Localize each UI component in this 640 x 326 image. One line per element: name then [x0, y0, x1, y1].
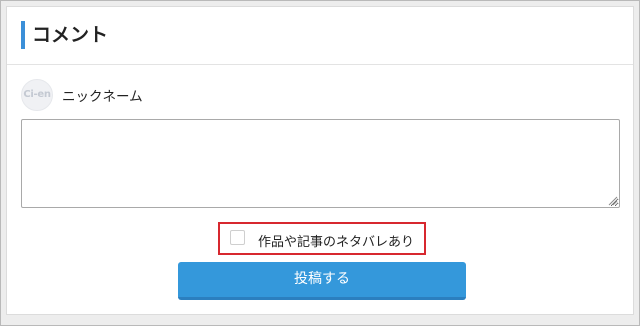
comment-panel: コメント Ci-en ニックネーム 作品や記事のネタバレあり 投稿する — [6, 6, 634, 315]
section-title: コメント — [32, 24, 109, 46]
spoiler-checkbox[interactable] — [230, 230, 245, 245]
spoiler-label[interactable]: 作品や記事のネタバレあり — [258, 231, 414, 250]
comment-textarea[interactable] — [21, 119, 620, 208]
comment-header: コメント — [7, 7, 633, 65]
page-frame: コメント Ci-en ニックネーム 作品や記事のネタバレあり 投稿する — [0, 0, 640, 326]
submit-button[interactable]: 投稿する — [178, 262, 466, 300]
nickname-label: ニックネーム — [62, 89, 143, 105]
avatar: Ci-en — [21, 79, 53, 111]
resize-grip-icon[interactable] — [608, 196, 618, 206]
title-accent-bar — [21, 21, 25, 49]
spoiler-option[interactable]: 作品や記事のネタバレあり — [218, 222, 426, 255]
